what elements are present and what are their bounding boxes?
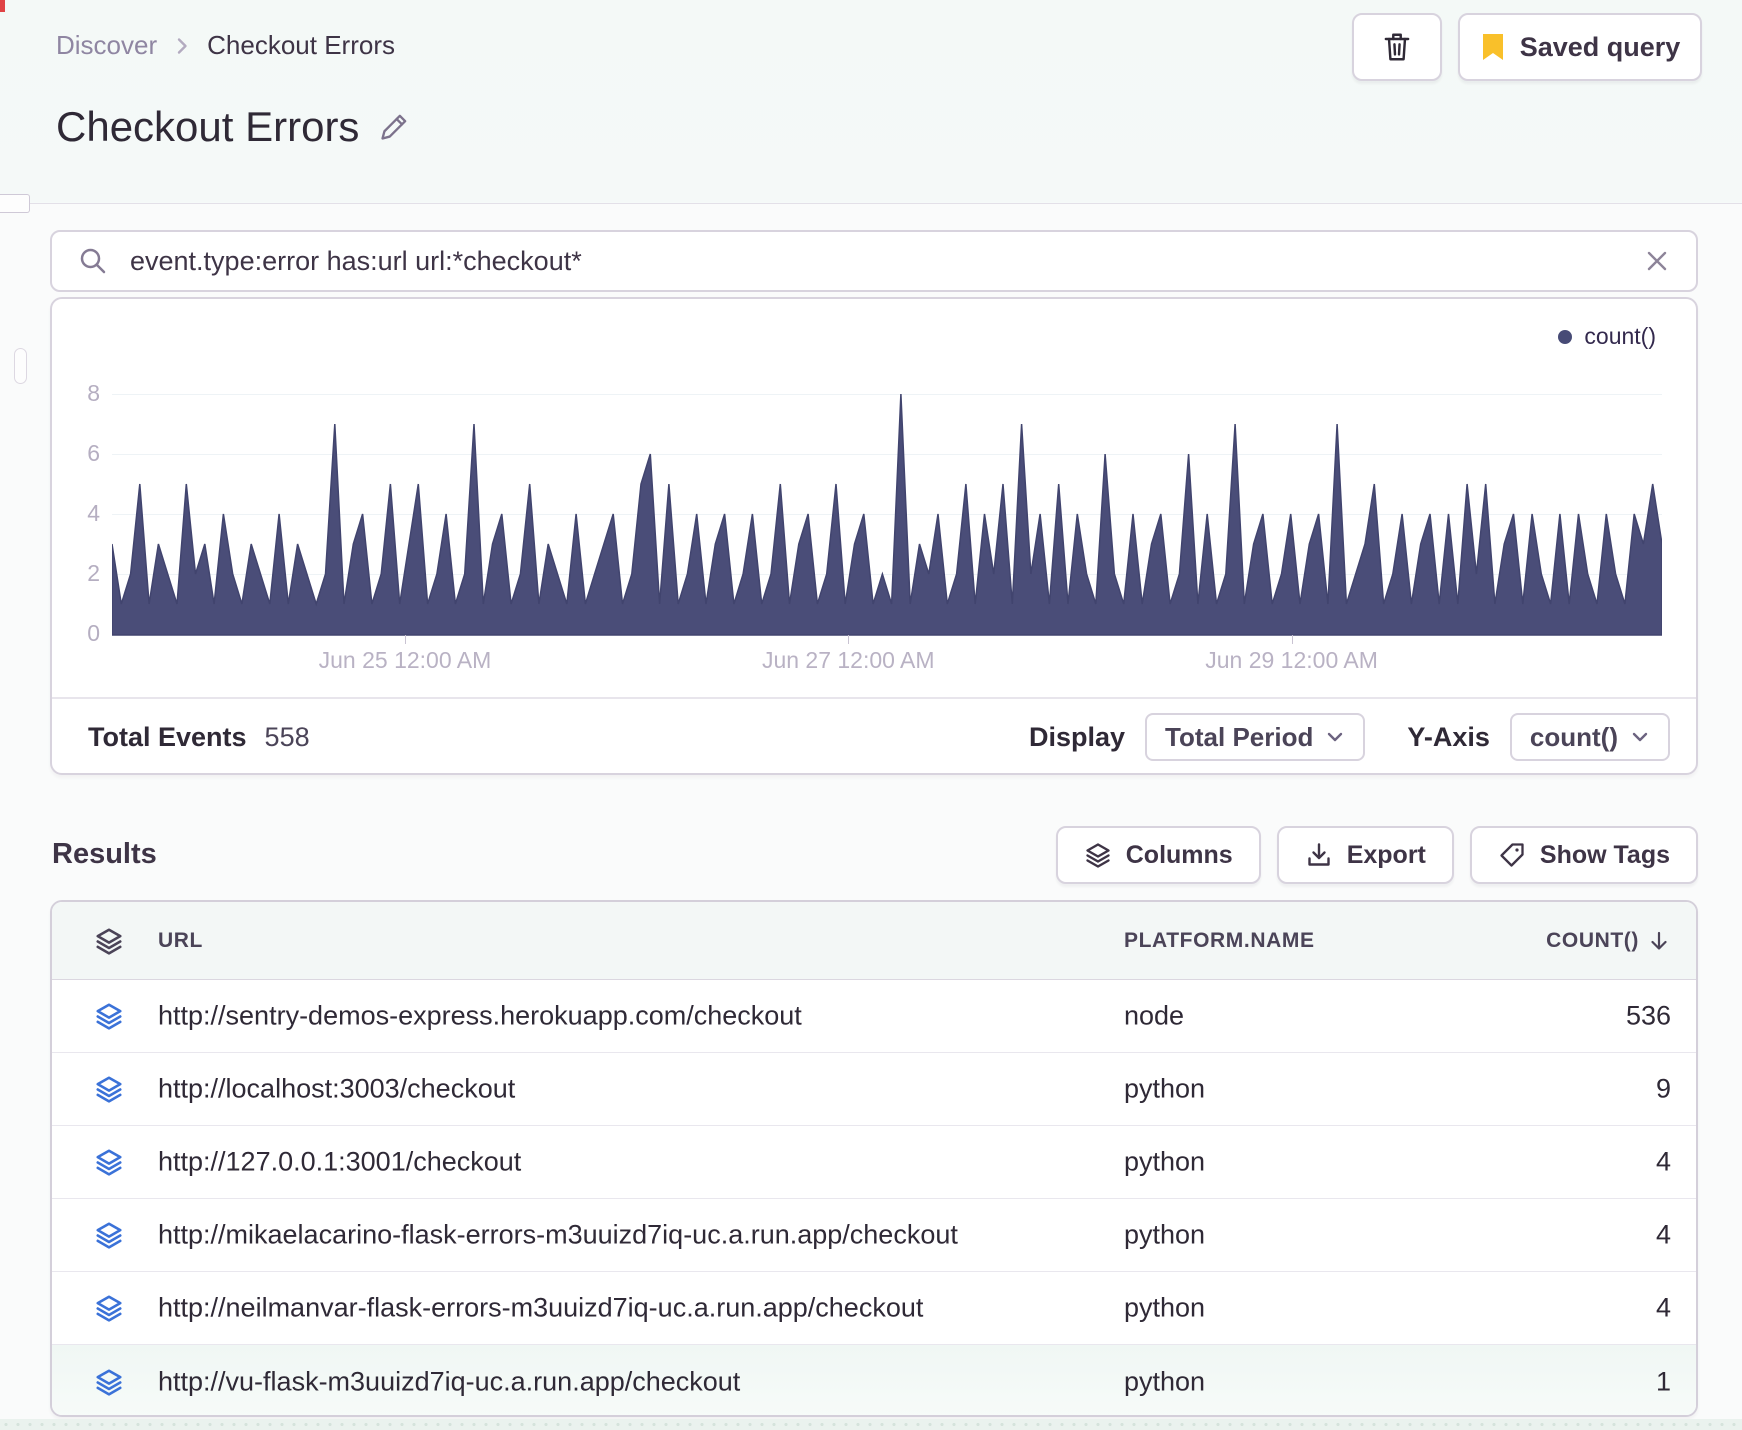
table-row[interactable]: http://vu-flask-m3uuizd7iq-uc.a.run.app/…: [52, 1345, 1696, 1415]
chevron-down-icon: [1328, 732, 1343, 742]
url-cell: http://localhost:3003/checkout: [158, 1073, 516, 1104]
platform-cell: python: [1124, 1366, 1206, 1396]
chevron-down-icon: [1632, 732, 1648, 742]
platform-cell: python: [1124, 1146, 1206, 1177]
url-cell: http://127.0.0.1:3001/checkout: [158, 1146, 522, 1177]
column-header-count-label: COUNT(): [1546, 928, 1639, 952]
chart-footer: Total Events 558 Display Total Period Y-…: [52, 697, 1696, 775]
x-axis-tick-mark: [1291, 635, 1293, 644]
window-edge-artifact: [0, 0, 5, 12]
count-cell: 4: [1655, 1292, 1671, 1323]
legend-dot-icon: [1558, 329, 1573, 344]
page-bottom-pattern: [0, 1419, 1742, 1430]
x-axis-tick-label: Jun 25 12:00 AM: [318, 647, 492, 673]
stack-icon[interactable]: [94, 926, 124, 956]
events-chart-panel: count() 8 6 4 2 0 Jun 25 12:00 AM Jun 27 …: [50, 297, 1698, 775]
display-dropdown[interactable]: Total Period: [1145, 713, 1366, 761]
platform-cell: python: [1124, 1219, 1206, 1250]
show-tags-button[interactable]: Show Tags: [1469, 826, 1698, 884]
y-axis-tick: 4: [87, 500, 100, 526]
display-dropdown-value: Total Period: [1165, 721, 1314, 752]
trash-icon: [1381, 30, 1413, 64]
stack-icon[interactable]: [94, 1001, 124, 1031]
show-tags-button-label: Show Tags: [1539, 840, 1670, 869]
y-axis-tick: 2: [87, 560, 100, 586]
breadcrumb: Discover Checkout Errors: [56, 30, 395, 61]
legend-label: count(): [1584, 323, 1656, 349]
columns-button[interactable]: Columns: [1055, 826, 1261, 884]
y-axis-tick: 0: [87, 620, 100, 646]
table-row[interactable]: http://localhost:3003/checkout python 9: [52, 1053, 1696, 1126]
yaxis-dropdown[interactable]: count(): [1509, 713, 1670, 761]
url-cell: http://vu-flask-m3uuizd7iq-uc.a.run.app/…: [158, 1366, 741, 1396]
total-events-value: 558: [264, 721, 310, 752]
page-title: Checkout Errors: [56, 103, 360, 150]
stack-icon[interactable]: [94, 1293, 124, 1323]
url-cell: http://neilmanvar-flask-errors-m3uuizd7i…: [158, 1292, 924, 1323]
table-header-row: URL PLATFORM.NAME COUNT(): [52, 902, 1696, 980]
platform-cell: node: [1124, 1000, 1185, 1031]
stack-icon[interactable]: [94, 1220, 124, 1250]
url-cell: http://mikaelacarino-flask-errors-m3uuiz…: [158, 1219, 958, 1250]
count-cell: 1: [1655, 1366, 1671, 1396]
tag-icon: [1498, 841, 1526, 869]
saved-query-label: Saved query: [1519, 31, 1681, 62]
total-events-label: Total Events: [88, 721, 247, 752]
chevron-right-icon: [171, 35, 193, 57]
x-axis-tick-label: Jun 29 12:00 AM: [1205, 647, 1378, 673]
columns-button-label: Columns: [1125, 840, 1233, 869]
table-body: http://sentry-demos-express.herokuapp.co…: [52, 980, 1696, 1415]
clear-search-icon[interactable]: [1644, 248, 1670, 274]
search-bar[interactable]: event.type:error has:url url:*checkout*: [50, 230, 1698, 292]
download-icon: [1305, 841, 1333, 869]
platform-cell: python: [1124, 1073, 1206, 1104]
table-row[interactable]: http://mikaelacarino-flask-errors-m3uuiz…: [52, 1199, 1696, 1272]
display-label: Display: [1029, 721, 1126, 752]
x-axis-tick-label: Jun 27 12:00 AM: [761, 647, 935, 673]
export-button[interactable]: Export: [1276, 826, 1454, 884]
count-cell: 9: [1655, 1073, 1671, 1104]
x-axis-tick-mark: [404, 635, 406, 644]
count-cell: 536: [1625, 1000, 1671, 1031]
url-cell: http://sentry-demos-express.herokuapp.co…: [158, 1000, 802, 1031]
chart-legend[interactable]: count(): [1558, 323, 1656, 350]
count-cell: 4: [1655, 1219, 1671, 1250]
column-header-count[interactable]: COUNT(): [1546, 929, 1671, 953]
stack-icon: [1084, 841, 1112, 869]
breadcrumb-discover-link[interactable]: Discover: [56, 30, 157, 61]
table-row[interactable]: http://neilmanvar-flask-errors-m3uuizd7i…: [52, 1272, 1696, 1345]
column-header-url[interactable]: URL: [158, 929, 203, 953]
y-axis-tick: 8: [87, 380, 100, 406]
left-edge-handle[interactable]: [14, 348, 27, 384]
column-header-platform[interactable]: PLATFORM.NAME: [1124, 929, 1315, 953]
y-axis-tick: 6: [87, 440, 100, 466]
platform-cell: python: [1124, 1292, 1206, 1323]
stack-icon[interactable]: [94, 1147, 124, 1177]
yaxis-label: Y-Axis: [1407, 721, 1490, 752]
search-query-input[interactable]: event.type:error has:url url:*checkout*: [130, 246, 1644, 277]
sidebar-collapse-handle[interactable]: [0, 194, 30, 213]
stack-icon[interactable]: [94, 1367, 124, 1397]
table-row[interactable]: http://127.0.0.1:3001/checkout python 4: [52, 1126, 1696, 1199]
yaxis-dropdown-value: count(): [1529, 721, 1618, 752]
search-icon: [78, 246, 108, 276]
export-button-label: Export: [1346, 840, 1426, 869]
edit-pencil-icon[interactable]: [377, 110, 411, 144]
x-axis-tick-mark: [848, 635, 850, 644]
table-row[interactable]: http://sentry-demos-express.herokuapp.co…: [52, 980, 1696, 1053]
sort-descending-icon: [1651, 931, 1667, 950]
saved-query-button[interactable]: Saved query: [1458, 13, 1702, 81]
breadcrumb-current: Checkout Errors: [207, 30, 395, 60]
delete-query-button[interactable]: [1352, 13, 1442, 81]
results-table: URL PLATFORM.NAME COUNT() http://sentry-…: [50, 900, 1698, 1417]
stack-icon[interactable]: [94, 1074, 124, 1104]
header-divider: [0, 203, 1742, 204]
bookmark-icon: [1480, 32, 1506, 62]
count-area-chart[interactable]: [112, 394, 1662, 636]
count-cell: 4: [1655, 1146, 1671, 1177]
